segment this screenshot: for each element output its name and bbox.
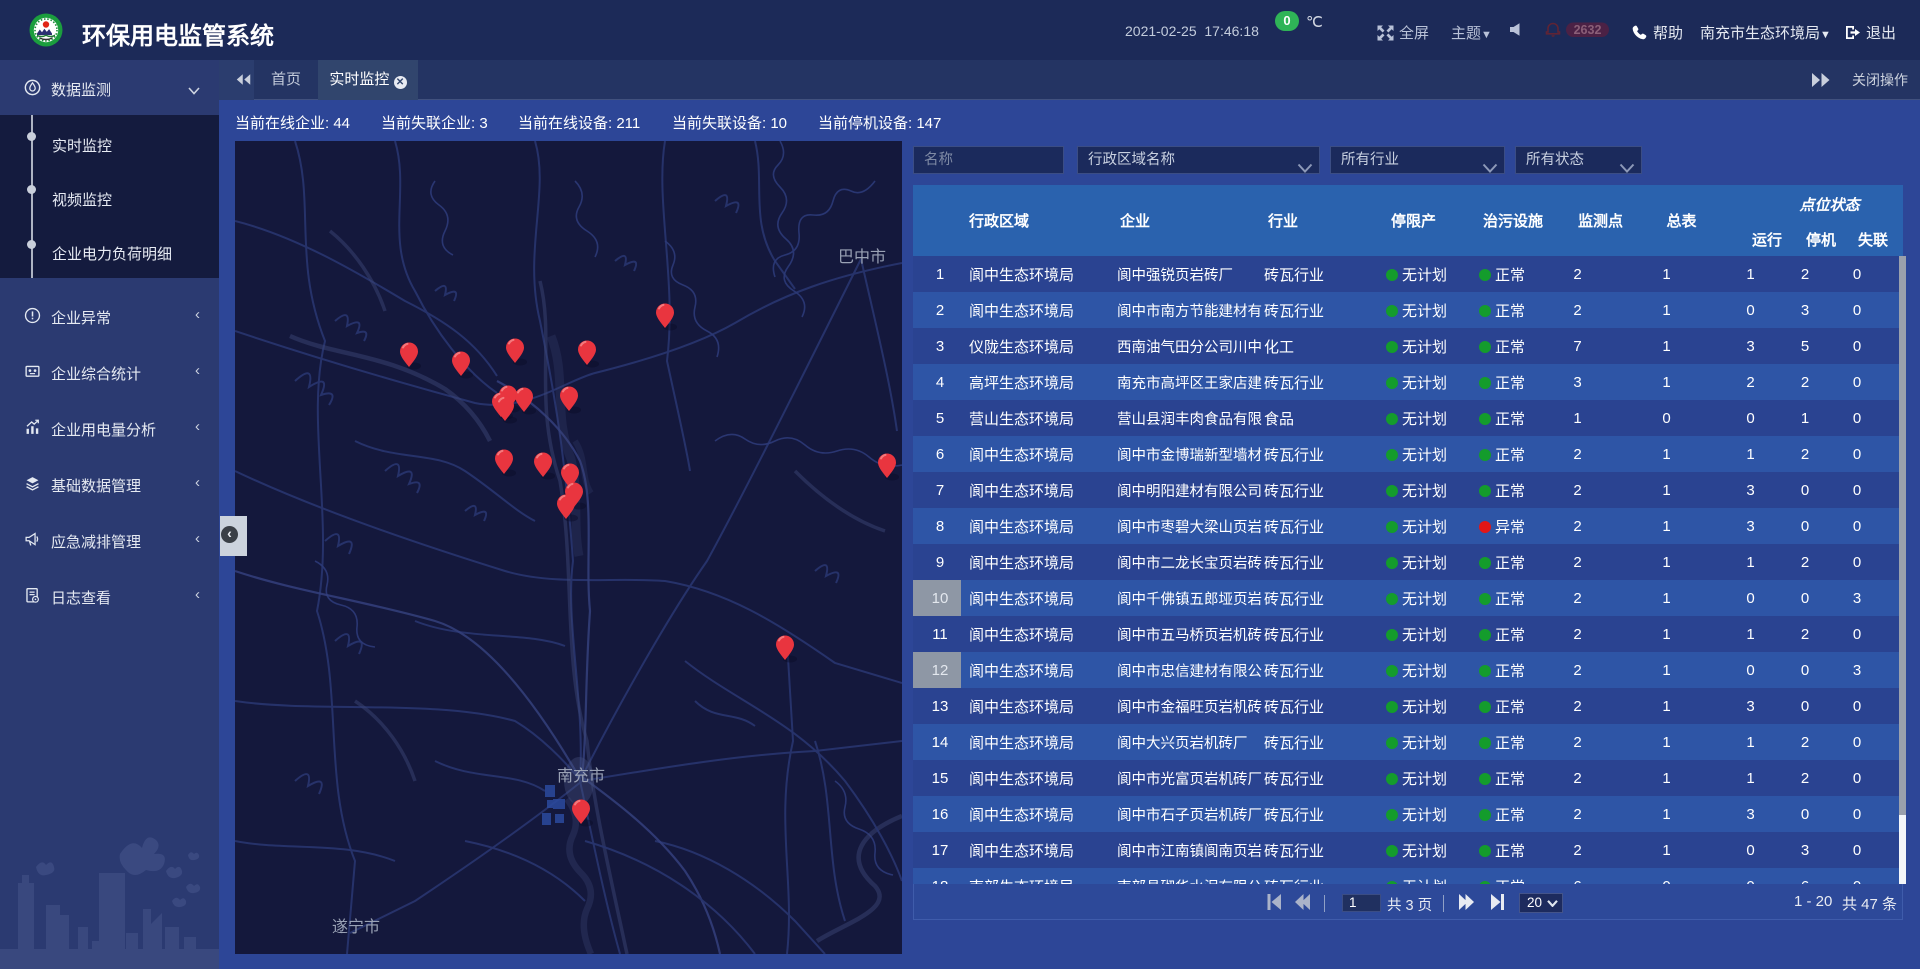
svg-text:2632: 2632 — [1574, 23, 1602, 37]
svg-text:南充市: 南充市 — [557, 767, 605, 785]
svg-text:遂宁市: 遂宁市 — [332, 918, 380, 936]
svg-text:巴中市: 巴中市 — [838, 248, 886, 266]
